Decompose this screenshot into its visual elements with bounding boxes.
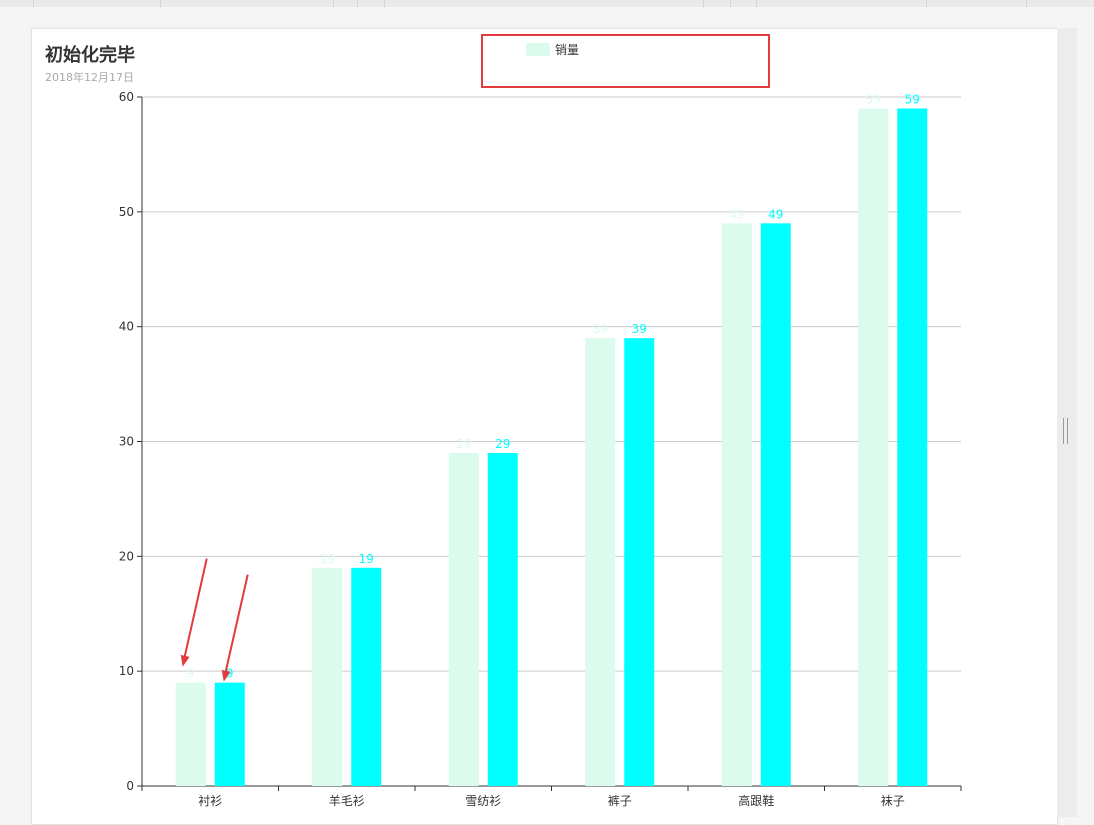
- bar: [448, 452, 479, 786]
- y-tick-label: 60: [119, 90, 134, 104]
- y-tick-label: 0: [126, 779, 134, 793]
- bar-value-label: 59: [866, 92, 881, 106]
- x-tick-label: 雪纺衫: [465, 794, 501, 808]
- bar: [585, 338, 616, 786]
- y-tick-label: 50: [119, 205, 134, 219]
- y-tick-label: 30: [119, 435, 134, 449]
- y-tick-label: 40: [119, 320, 134, 334]
- annotation-arrow-shaft: [183, 558, 208, 659]
- bar-value-label: 49: [729, 207, 744, 221]
- bar-value-label: 39: [593, 322, 608, 336]
- x-tick-label: 袜子: [881, 794, 905, 808]
- bar: [175, 682, 206, 786]
- y-tick-label: 10: [119, 664, 134, 678]
- bar: [760, 223, 791, 787]
- bar: [897, 108, 928, 786]
- bar-value-label: 9: [187, 667, 195, 681]
- annotation-arrow-shaft: [224, 574, 249, 674]
- bar-value-label: 49: [768, 207, 783, 221]
- bar: [624, 338, 655, 786]
- x-tick-label: 羊毛衫: [329, 793, 365, 808]
- bar-value-label: 29: [495, 437, 510, 451]
- x-tick-label: 裤子: [608, 794, 632, 808]
- bar-value-label: 59: [905, 92, 920, 106]
- x-tick-label: 高跟鞋: [738, 793, 774, 808]
- bar: [214, 682, 245, 786]
- bar: [487, 452, 518, 786]
- x-tick-label: 衬衫: [198, 794, 222, 808]
- bar: [858, 108, 889, 786]
- annotation-highlight-box: [481, 34, 770, 88]
- bar-value-label: 29: [456, 437, 471, 451]
- bar-value-label: 19: [320, 552, 335, 566]
- bar: [351, 567, 382, 786]
- bar: [721, 223, 752, 787]
- annotation-arrow-head: [180, 654, 190, 667]
- bar-chart: 01020304050609 9衬衫19 19羊毛衫29 29雪纺衫39 39裤子49 4…: [119, 90, 962, 808]
- bar-value-label: 19: [359, 552, 374, 566]
- y-tick-label: 20: [119, 549, 134, 563]
- bar: [312, 567, 343, 786]
- bar-value-label: 39: [632, 322, 647, 336]
